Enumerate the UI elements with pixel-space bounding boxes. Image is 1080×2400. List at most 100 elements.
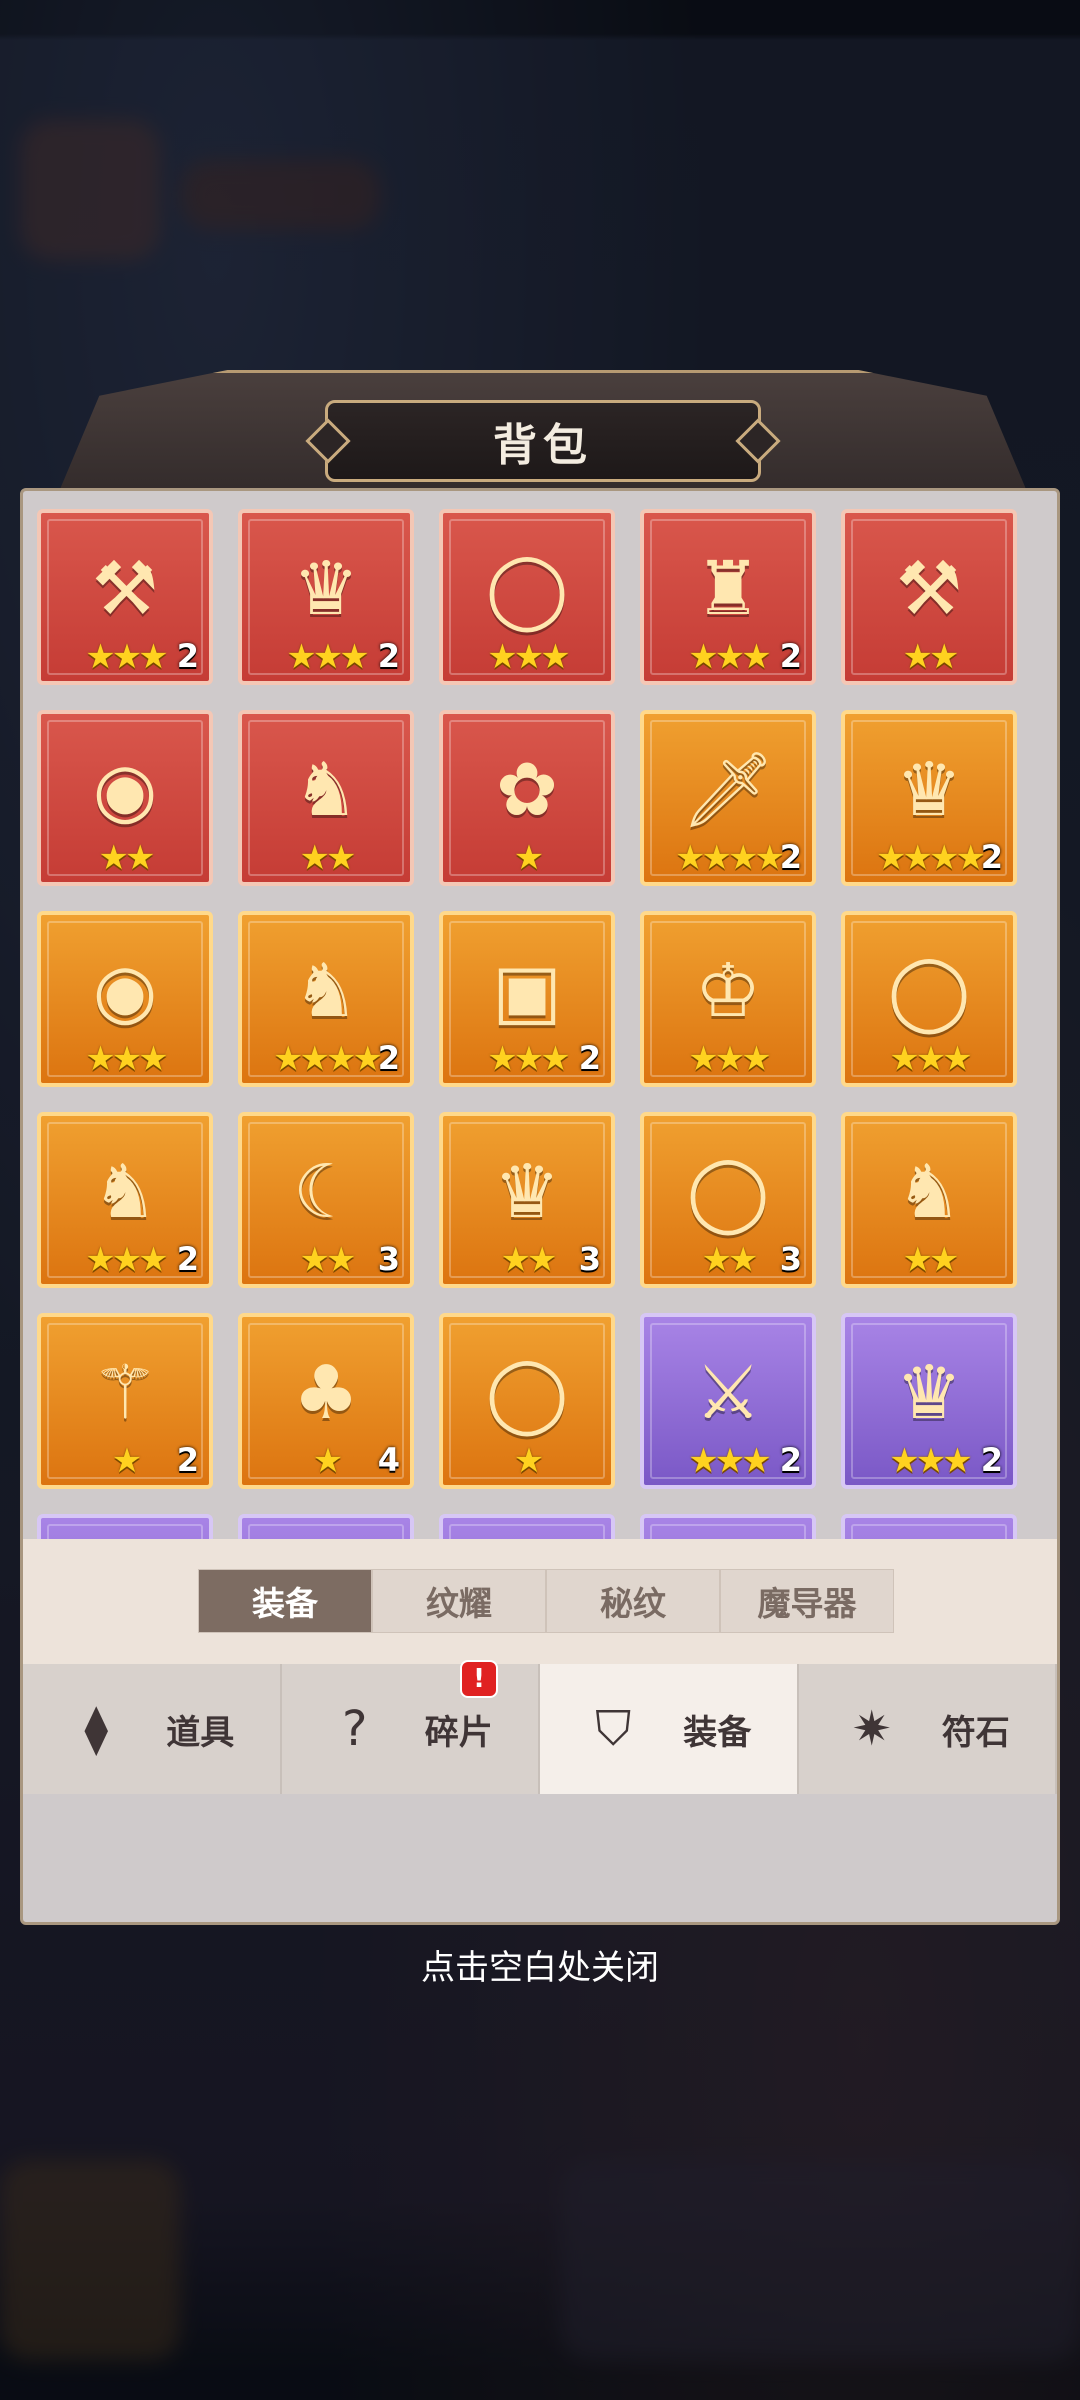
inventory-slot[interactable]: ⚒ ★★ <box>841 509 1017 685</box>
item-count: 2 <box>779 1441 802 1479</box>
inventory-slot[interactable]: ◯ ★★★ <box>439 509 615 685</box>
star-rating: ★★★ <box>85 1039 168 1079</box>
slot-border <box>650 1524 806 1539</box>
curved-blade-icon: ☾ <box>292 1149 360 1235</box>
sapphire-ring-icon: ◯ <box>887 948 971 1034</box>
inventory-slot[interactable]: ♞ ★★★★ 2 <box>238 911 414 1087</box>
item-count: 2 <box>578 1039 601 1077</box>
inventory-slot[interactable]: ♔★★ <box>640 1514 816 1539</box>
item-count: 2 <box>377 1039 400 1077</box>
inventory-slot[interactable]: ♛ ★★ 3 <box>439 1112 615 1288</box>
star-rating: ★★ <box>299 838 357 878</box>
tab-fragments-icon: ? <box>342 1701 368 1757</box>
inventory-slot[interactable]: ♞★★★2 <box>37 1112 213 1288</box>
inventory-slot[interactable]: 🗡★★2 <box>439 1514 615 1539</box>
inventory-slot[interactable]: ♜ ★★★ 2 <box>640 509 816 685</box>
gold-ring-icon: ◉ <box>92 747 158 833</box>
winged-armor-icon: ♛ <box>292 546 360 632</box>
star-rating: ★ <box>513 1441 544 1481</box>
spell-book-icon: ▣ <box>492 948 562 1034</box>
item-count: 2 <box>176 1441 199 1479</box>
star-rating: ★★ <box>902 1240 960 1280</box>
inventory-slot[interactable]: ♛ ★★★★ 2 <box>841 710 1017 886</box>
item-count: 2 <box>176 637 199 675</box>
inventory-slot[interactable]: ♛ ★★★ 2 <box>238 509 414 685</box>
inventory-slot[interactable]: ⚒ ★★★ 2 <box>37 509 213 685</box>
tab-runestones[interactable]: ✷ 符石 <box>799 1664 1057 1794</box>
inventory-slot[interactable]: ♞★★★2 <box>238 1514 414 1539</box>
flame-ring-icon: ◯ <box>485 546 569 632</box>
demon-axe-icon: ⚒ <box>91 546 159 632</box>
tab-label: 装备 <box>683 1712 752 1753</box>
inventory-scroll-area[interactable]: ⚒ ★★★ 2 ♛ ★★★ 2 ◯ ★★★ ♜ ★★★ 2 ⚒ ★★ ◉ ★★ ♞ ★★ ✿ ★ 🗡 ★★★★ 2 ♛ ★★★… <box>37 509 1047 1539</box>
backpack-window: 背包 ⚒ ★★★ 2 ♛ ★★★ 2 ◯ ★★★ ♜ ★★★ 2 ⚒ ★★ ◉ ★★ ♞ ★★ ✿ ★ 🗡 ★★★★ 2 ♛… <box>20 360 1060 1925</box>
tab-items[interactable]: ⧫ 道具 <box>23 1664 282 1794</box>
item-count: 2 <box>377 637 400 675</box>
inventory-slot[interactable]: ♣ ★ 4 <box>238 1313 414 1489</box>
subtab-1[interactable]: 纹耀 <box>372 1569 546 1633</box>
cross-armor-icon: ♛ <box>895 1350 963 1436</box>
inventory-slot[interactable]: 🗡 ★★★★ 2 <box>640 710 816 886</box>
plain-ring-icon: ◯ <box>485 1350 569 1436</box>
broadsword-icon: ⚔ <box>694 1350 762 1436</box>
inventory-slot[interactable]: ♛ ★★★ 2 <box>841 1313 1017 1489</box>
title-plate: 背包 <box>305 400 781 482</box>
star-rating: ★★★ <box>688 1039 771 1079</box>
inventory-slot[interactable]: ◯ ★★★ <box>841 911 1017 1087</box>
inventory-panel: ⚒ ★★★ 2 ♛ ★★★ 2 ◯ ★★★ ♜ ★★★ 2 ⚒ ★★ ◉ ★★ ♞ ★★ ✿ ★ 🗡 ★★★★ 2 ♛ ★★★… <box>20 488 1060 1925</box>
inventory-slot[interactable]: ♞ ★★ <box>841 1112 1017 1288</box>
item-count: 2 <box>980 1441 1003 1479</box>
subtab-2[interactable]: 秘纹 <box>546 1569 720 1633</box>
star-rating: ★ <box>513 838 544 878</box>
tab-label: 道具 <box>166 1712 235 1753</box>
spiked-hammer-icon: ⚒ <box>895 546 963 632</box>
item-count: 3 <box>377 1240 400 1278</box>
subtabs: 装备 纹耀 秘纹 魔导器 <box>198 1569 894 1633</box>
slot-border <box>851 1524 1007 1539</box>
inventory-slot[interactable]: ◉★★★ <box>37 1514 213 1539</box>
tab-equipment-icon: ⛉ <box>595 1700 632 1757</box>
inventory-slot[interactable]: ✿ ★ <box>439 710 615 886</box>
subtab-bar: 装备 纹耀 秘纹 魔导器 <box>23 1539 1057 1664</box>
star-rating: ★★★ <box>889 1039 972 1079</box>
angel-boots-icon: ♞ <box>895 1149 963 1235</box>
inventory-slot[interactable]: ⚚ ★ 2 <box>37 1313 213 1489</box>
tab-fragments[interactable]: ? 碎片! <box>282 1660 540 1794</box>
tab-label: 符石 <box>941 1712 1010 1753</box>
silver-ring-icon: ✿ <box>495 747 558 833</box>
inventory-slot[interactable]: ◯ ★★ 3 <box>640 1112 816 1288</box>
inventory-slot[interactable]: ◯★★2 <box>841 1514 1017 1539</box>
star-rating: ★★★ <box>487 637 570 677</box>
slot-border <box>47 1524 203 1539</box>
inventory-slot[interactable]: ▣ ★★★ 2 <box>439 911 615 1087</box>
inventory-slot[interactable]: ☾ ★★ 3 <box>238 1112 414 1288</box>
inventory-slot[interactable]: ♞ ★★ <box>238 710 414 886</box>
fire-blade-icon: 🗡 <box>681 746 775 833</box>
ruby-ring-icon: ◉ <box>92 948 158 1034</box>
red-boots-icon: ♞ <box>292 948 360 1034</box>
inventory-slot[interactable]: ◯ ★ <box>439 1313 615 1489</box>
gem-ring-icon: ◯ <box>686 1149 770 1235</box>
item-count: 2 <box>779 838 802 876</box>
dark-armor-icon: ♛ <box>895 747 963 833</box>
inventory-slot[interactable]: ♔ ★★★ <box>640 911 816 1087</box>
inventory-slot[interactable]: ◉ ★★ <box>37 710 213 886</box>
green-staff-icon: ⚚ <box>91 1350 159 1436</box>
green-cloak-icon: ♣ <box>292 1350 360 1436</box>
slot-border <box>248 1524 404 1539</box>
item-count: 2 <box>779 637 802 675</box>
purple-armor-icon: ♛ <box>493 1149 561 1235</box>
subtab-3[interactable]: 魔导器 <box>720 1569 894 1633</box>
inventory-grid: ⚒ ★★★ 2 ♛ ★★★ 2 ◯ ★★★ ♜ ★★★ 2 ⚒ ★★ ◉ ★★ ♞ ★★ ✿ ★ 🗡 ★★★★ 2 ♛ ★★★… <box>37 509 1047 1539</box>
inventory-slot[interactable]: ◉ ★★★ <box>37 911 213 1087</box>
subtab-0[interactable]: 装备 <box>198 1569 372 1633</box>
tab-equipment[interactable]: ⛉ 装备 <box>540 1664 799 1794</box>
inventory-slot[interactable]: ⚔ ★★★ 2 <box>640 1313 816 1489</box>
winged-boots-icon: ♞ <box>91 1149 159 1235</box>
white-robe-icon: ♔ <box>694 948 762 1034</box>
tab-label: 碎片 <box>424 1712 493 1753</box>
item-count: 2 <box>980 838 1003 876</box>
alert-badge: ! <box>460 1660 498 1698</box>
tab-items-icon: ⧫ <box>84 1701 109 1757</box>
item-count: 2 <box>176 1240 199 1278</box>
